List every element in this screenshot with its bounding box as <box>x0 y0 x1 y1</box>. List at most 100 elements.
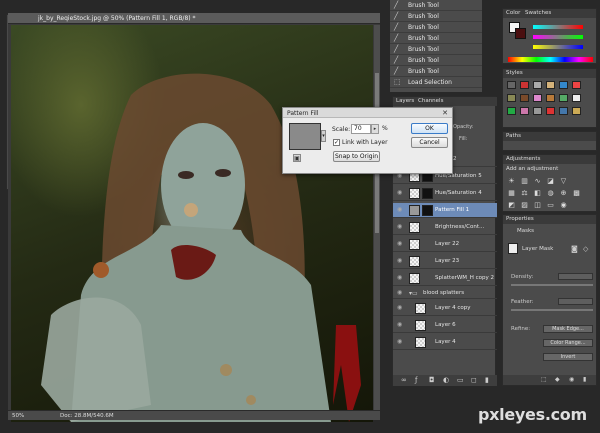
color-balance-icon[interactable]: ⚖ <box>520 189 529 197</box>
fx-icon[interactable]: ƒ <box>415 376 417 384</box>
layer-group-row[interactable]: ◉ ▾▭ blood splatters <box>393 288 497 299</box>
color-panel-background[interactable] <box>515 28 526 39</box>
posterize-icon[interactable]: ▨ <box>520 201 529 209</box>
eye-icon[interactable]: ◉ <box>397 305 404 311</box>
invert-icon[interactable]: ◩ <box>507 201 516 209</box>
layer-row-selected[interactable]: ◉ Pattern Fill 1 <box>393 203 497 218</box>
history-item[interactable]: ╱ Brush Tool <box>390 11 482 22</box>
scale-dropdown-arrow[interactable]: ▸ <box>371 124 379 134</box>
eye-icon[interactable]: ◉ <box>397 190 404 196</box>
snap-to-origin-button[interactable]: Snap to Origin <box>333 151 380 162</box>
new-layer-icon[interactable]: ◻ <box>471 376 477 384</box>
pixel-mask-icon[interactable]: ◙ <box>571 245 578 253</box>
style-swatch[interactable] <box>507 94 516 102</box>
exposure-icon[interactable]: ◪ <box>546 177 555 185</box>
tab-paths[interactable]: Paths <box>506 133 521 139</box>
layer-row[interactable]: ◉ Layer 4 <box>393 335 497 350</box>
channel-mixer-icon[interactable]: ⊕ <box>559 189 568 197</box>
add-mask-icon[interactable]: ◘ <box>429 376 435 384</box>
tab-adjustments[interactable]: Adjustments <box>506 156 540 162</box>
history-item[interactable]: ╱ Brush Tool <box>390 22 482 33</box>
style-swatch[interactable] <box>520 107 529 115</box>
cancel-button[interactable]: Cancel <box>411 137 448 148</box>
color-range-button[interactable]: Color Range... <box>543 339 593 347</box>
style-swatch[interactable] <box>572 94 581 102</box>
eye-icon[interactable]: ◉ <box>397 275 404 281</box>
mask-edge-button[interactable]: Mask Edge... <box>543 325 593 333</box>
pattern-preview[interactable] <box>289 123 321 150</box>
style-swatch[interactable] <box>546 81 555 89</box>
vector-mask-icon[interactable]: ◇ <box>583 245 588 253</box>
apply-mask-icon[interactable]: ◆ <box>555 376 560 383</box>
style-swatch[interactable] <box>533 94 542 102</box>
layer-row[interactable]: ◉ Layer 4 copy <box>393 301 497 316</box>
hue-saturation-icon[interactable]: ▦ <box>507 189 516 197</box>
document-title[interactable]: jk_by_ReqieStock.jpg @ 50% (Pattern Fill… <box>38 15 196 22</box>
style-swatch[interactable] <box>520 94 529 102</box>
layer-row[interactable]: ◉ Layer 22 <box>393 237 497 252</box>
link-with-layer-checkbox[interactable]: ✓ <box>333 139 340 146</box>
load-selection-icon[interactable]: ⬚ <box>541 376 547 383</box>
eye-icon[interactable]: ◉ <box>397 241 404 247</box>
delete-mask-icon[interactable]: ▮ <box>583 376 586 383</box>
red-slider[interactable] <box>533 25 583 29</box>
visibility-icon[interactable]: ◉ <box>569 376 574 383</box>
zoom-level[interactable]: 50% <box>12 413 24 419</box>
history-item[interactable]: ⬚ Load Selection <box>390 77 482 88</box>
tab-color[interactable]: Color <box>506 10 520 16</box>
eye-icon[interactable]: ◉ <box>397 322 404 328</box>
tab-channels[interactable]: Channels <box>418 98 443 104</box>
scale-input[interactable]: 70 <box>351 124 371 134</box>
layer-row[interactable]: ◉ SplatterWM_H copy 2 <box>393 271 497 286</box>
tab-styles[interactable]: Styles <box>506 70 523 76</box>
vibrance-icon[interactable]: ▽ <box>559 177 568 185</box>
layer-row[interactable]: ◉ Layer 23 <box>393 254 497 269</box>
layer-row[interactable]: ◉ Brightness/Cont... <box>393 220 497 235</box>
curves-icon[interactable]: ∿ <box>533 177 542 185</box>
feather-field[interactable] <box>558 298 593 305</box>
history-item[interactable]: ╱ Brush Tool <box>390 44 482 55</box>
document-tab-bar[interactable]: jk_by_ReqieStock.jpg @ 50% (Pattern Fill… <box>8 13 380 24</box>
selective-color-icon[interactable]: ◉ <box>559 201 568 209</box>
invert-button[interactable]: Invert <box>543 353 593 361</box>
style-swatch[interactable] <box>572 107 581 115</box>
history-item[interactable]: ╱ Brush Tool <box>390 33 482 44</box>
color-lookup-icon[interactable]: ▩ <box>572 189 581 197</box>
layer-row[interactable]: ◉ Hue/Saturation 4 <box>393 186 497 201</box>
feather-slider[interactable] <box>511 309 593 311</box>
eye-icon[interactable]: ◉ <box>397 207 404 213</box>
chevron-down-icon[interactable]: ▾ <box>321 130 326 142</box>
style-swatch[interactable] <box>520 81 529 89</box>
tab-layers[interactable]: Layers <box>396 98 414 104</box>
history-item[interactable]: ╱ Brush Tool <box>390 66 482 77</box>
history-item[interactable]: ╱ Brush Tool <box>390 0 482 11</box>
photo-filter-icon[interactable]: ◍ <box>546 189 555 197</box>
link-layers-icon[interactable]: ∞ <box>401 376 407 384</box>
black-white-icon[interactable]: ◧ <box>533 189 542 197</box>
new-preset-icon[interactable]: ▣ <box>293 154 301 162</box>
density-field[interactable] <box>558 273 593 280</box>
eye-icon[interactable]: ◉ <box>397 290 404 296</box>
gradient-map-icon[interactable]: ▭ <box>546 201 555 209</box>
density-slider[interactable] <box>511 284 593 286</box>
close-icon[interactable]: ✕ <box>441 109 449 117</box>
eye-icon[interactable]: ◉ <box>397 224 404 230</box>
color-ramp[interactable] <box>508 57 593 62</box>
trash-icon[interactable]: ▮ <box>485 376 489 384</box>
style-swatch[interactable] <box>559 94 568 102</box>
style-swatch[interactable] <box>533 81 542 89</box>
style-swatch[interactable] <box>533 107 542 115</box>
style-swatch[interactable] <box>559 107 568 115</box>
style-swatch[interactable] <box>507 107 516 115</box>
tab-swatches[interactable]: Swatches <box>525 10 551 16</box>
adjustment-layer-icon[interactable]: ◐ <box>443 376 449 384</box>
style-swatch[interactable] <box>572 81 581 89</box>
eye-icon[interactable]: ◉ <box>397 339 404 345</box>
style-swatch[interactable] <box>546 94 555 102</box>
image-canvas[interactable] <box>11 25 373 422</box>
tab-properties[interactable]: Properties <box>506 216 534 222</box>
levels-icon[interactable]: ▥ <box>520 177 529 185</box>
style-swatch[interactable] <box>546 107 555 115</box>
threshold-icon[interactable]: ◫ <box>533 201 542 209</box>
new-group-icon[interactable]: ▭ <box>457 376 464 384</box>
